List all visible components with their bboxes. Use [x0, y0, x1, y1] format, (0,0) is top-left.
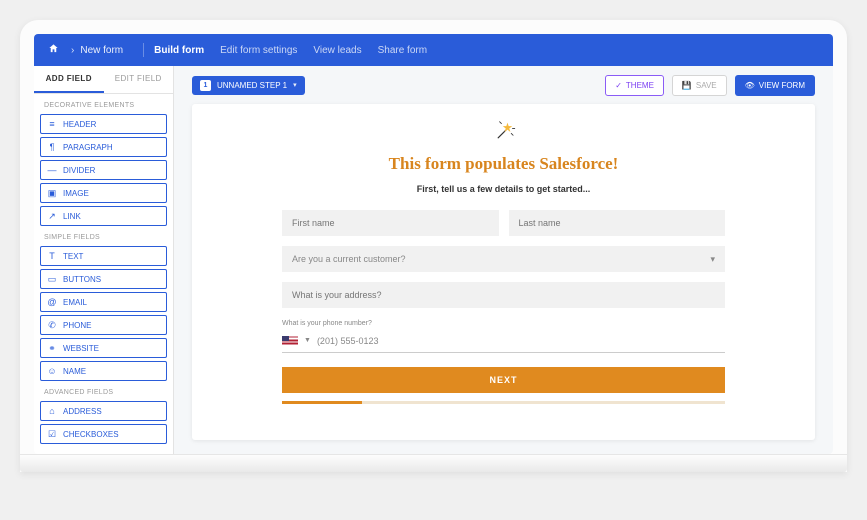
address-icon: ⌂ — [47, 406, 57, 416]
group-simple: SIMPLE FIELDS — [34, 226, 173, 246]
laptop-frame: › New form Build form Edit form settings… — [20, 20, 847, 472]
btn-label: NEXT — [489, 375, 517, 385]
step-label: UNNAMED STEP 1 — [217, 81, 287, 90]
field-label: BUTTONS — [63, 275, 101, 284]
theme-button[interactable]: ✓ THEME — [605, 75, 664, 96]
link-icon: ↗ — [47, 211, 57, 222]
progress-bar — [282, 401, 725, 404]
workspace: ADD FIELD EDIT FIELD DECORATIVE ELEMENTS… — [34, 66, 833, 454]
chevron-down-icon: ▾ — [293, 81, 297, 89]
phone-input[interactable]: ▼ (201) 555-0123 — [282, 329, 725, 353]
step-selector[interactable]: 1 UNNAMED STEP 1 ▾ — [192, 76, 305, 95]
field-address[interactable]: ⌂ ADDRESS — [40, 401, 167, 421]
nav-view-leads[interactable]: View leads — [313, 45, 361, 56]
nav-build-form[interactable]: Build form — [154, 45, 204, 56]
field-label: IMAGE — [63, 189, 89, 198]
wand-icon: ✓ — [615, 81, 622, 90]
sidebar-tabs: ADD FIELD EDIT FIELD — [34, 66, 173, 94]
group-decorative: DECORATIVE ELEMENTS — [34, 94, 173, 114]
field-text[interactable]: T TEXT — [40, 246, 167, 266]
nav-share-form[interactable]: Share form — [378, 45, 427, 56]
sidebar: ADD FIELD EDIT FIELD DECORATIVE ELEMENTS… — [34, 66, 174, 454]
btn-label: VIEW FORM — [759, 81, 805, 90]
group-advanced: ADVANCED FIELDS — [34, 381, 173, 401]
field-label: NAME — [63, 367, 86, 376]
name-icon: ☺ — [47, 366, 57, 376]
field-buttons[interactable]: ▭ BUTTONS — [40, 269, 167, 289]
checkbox-icon: ☑ — [47, 429, 57, 440]
email-icon: @ — [47, 297, 57, 307]
form-subtitle: First, tell us a few details to get star… — [282, 184, 725, 194]
field-label: HEADER — [63, 120, 96, 129]
chevron-right-icon: › — [71, 45, 74, 56]
app-screen: › New form Build form Edit form settings… — [34, 34, 833, 454]
breadcrumb-current[interactable]: New form — [80, 45, 123, 56]
first-name-input[interactable] — [282, 210, 499, 236]
view-form-button[interactable]: 👁 VIEW FORM — [735, 75, 815, 96]
field-website[interactable]: ⚭ WEBSITE — [40, 338, 167, 358]
field-divider[interactable]: — DIVIDER — [40, 160, 167, 180]
nav-edit-settings[interactable]: Edit form settings — [220, 45, 297, 56]
separator — [143, 43, 144, 57]
divider-icon: — — [47, 165, 57, 175]
tab-add-field[interactable]: ADD FIELD — [34, 66, 104, 93]
field-email[interactable]: @ EMAIL — [40, 292, 167, 312]
tab-edit-field[interactable]: EDIT FIELD — [104, 66, 174, 93]
paragraph-icon: ¶ — [47, 142, 57, 152]
top-nav-bar: › New form Build form Edit form settings… — [34, 34, 833, 66]
field-label: PHONE — [63, 321, 91, 330]
field-image[interactable]: ▣ IMAGE — [40, 183, 167, 203]
btn-label: THEME — [626, 81, 654, 90]
field-label: LINK — [63, 212, 81, 221]
field-link[interactable]: ↗ LINK — [40, 206, 167, 226]
field-label: PARAGRAPH — [63, 143, 113, 152]
chevron-down-icon: ▼ — [304, 337, 311, 344]
chevron-down-icon: ▾ — [710, 254, 715, 265]
form-title: This form populates Salesforce! — [282, 154, 725, 174]
field-label: TEXT — [63, 252, 83, 261]
save-button[interactable]: 💾 SAVE — [672, 75, 727, 96]
btn-label: SAVE — [696, 81, 717, 90]
step-number: 1 — [200, 80, 211, 91]
save-icon: 💾 — [682, 81, 692, 90]
header-icon: ≡ — [47, 119, 57, 129]
phone-placeholder: (201) 555-0123 — [317, 336, 379, 346]
next-button[interactable]: NEXT — [282, 367, 725, 393]
canvas-toolbar: 1 UNNAMED STEP 1 ▾ ✓ THEME 💾 SAVE 👁 VIEW FO… — [174, 66, 833, 104]
field-label: WEBSITE — [63, 344, 99, 353]
canvas: 1 UNNAMED STEP 1 ▾ ✓ THEME 💾 SAVE 👁 VIEW FO… — [174, 66, 833, 454]
field-label: CHECKBOXES — [63, 430, 119, 439]
home-icon[interactable] — [48, 43, 59, 57]
image-icon: ▣ — [47, 188, 57, 199]
field-name[interactable]: ☺ NAME — [40, 361, 167, 381]
field-label: ADDRESS — [63, 407, 102, 416]
website-icon: ⚭ — [47, 343, 57, 354]
field-phone[interactable]: ✆ PHONE — [40, 315, 167, 335]
buttons-icon: ▭ — [47, 274, 57, 285]
eye-icon: 👁 — [745, 81, 755, 90]
phone-label: What is your phone number? — [282, 320, 725, 327]
field-paragraph[interactable]: ¶ PARAGRAPH — [40, 137, 167, 157]
field-header[interactable]: ≡ HEADER — [40, 114, 167, 134]
last-name-input[interactable] — [509, 210, 726, 236]
form-preview: This form populates Salesforce! First, t… — [192, 104, 815, 440]
text-icon: T — [47, 251, 57, 261]
phone-icon: ✆ — [47, 320, 57, 331]
field-checkboxes[interactable]: ☑ CHECKBOXES — [40, 424, 167, 444]
laptop-base — [20, 454, 847, 472]
flag-icon[interactable] — [282, 336, 298, 346]
address-input[interactable] — [282, 282, 725, 308]
field-label: EMAIL — [63, 298, 87, 307]
select-label: Are you a current customer? — [292, 254, 406, 264]
field-label: DIVIDER — [63, 166, 95, 175]
customer-select[interactable]: Are you a current customer? ▾ — [282, 246, 725, 272]
wand-icon — [282, 118, 725, 146]
